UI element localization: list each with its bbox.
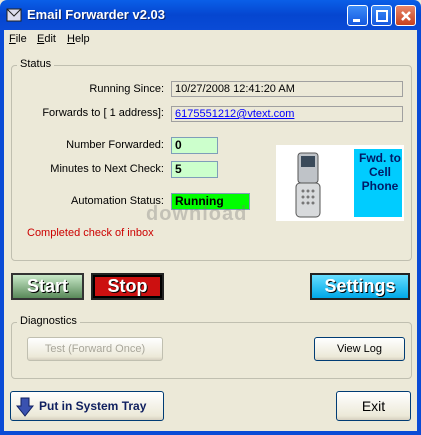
maximize-icon [376, 10, 388, 22]
watermark-text: download [146, 203, 248, 225]
test-forward-button[interactable]: Test (Forward Once) [27, 337, 163, 361]
window-frame-right [417, 30, 421, 435]
start-button[interactable]: Start [11, 273, 84, 300]
window-frame-left [0, 30, 4, 435]
menu-edit-label: dit [44, 33, 56, 45]
status-message: Completed check of inbox [27, 227, 154, 239]
window-title: Email Forwarder v2.03 [27, 7, 166, 22]
menu-edit[interactable]: Edit [37, 33, 56, 45]
menu-help[interactable]: Help [67, 33, 90, 45]
system-tray-label: Put in System Tray [39, 399, 147, 413]
system-tray-button[interactable]: Put in System Tray [10, 391, 164, 421]
number-forwarded-label: Number Forwarded: [66, 139, 164, 151]
running-since-label: Running Since: [89, 83, 164, 95]
menu-file[interactable]: File [9, 33, 27, 45]
maximize-button[interactable] [371, 5, 392, 26]
promo-image-text: Fwd. to Cell Phone [359, 151, 401, 193]
forwards-to-link[interactable]: 6175551212@vtext.com [171, 106, 403, 122]
running-since-field: 10/27/2008 12:41:20 AM [171, 81, 403, 97]
window-frame-bottom [0, 431, 421, 435]
close-icon [401, 11, 411, 21]
view-log-button[interactable]: View Log [314, 337, 405, 361]
stop-button[interactable]: Stop [91, 273, 164, 300]
minutes-next-check-label: Minutes to Next Check: [50, 163, 164, 175]
menu-help-accel: H [67, 33, 75, 45]
menu-help-label: elp [74, 33, 90, 45]
minutes-next-check-field: 5 [171, 161, 218, 178]
settings-button[interactable]: Settings [310, 273, 410, 300]
minimize-button[interactable] [347, 5, 368, 26]
app-icon [6, 7, 22, 23]
down-arrow-icon [16, 397, 34, 417]
menu-file-label: ile [15, 33, 27, 45]
forwards-to-label: Forwards to [ 1 address]: [42, 107, 164, 119]
diagnostics-group-label: Diagnostics [17, 315, 80, 327]
menu-file-accel: F [9, 33, 16, 45]
number-forwarded-field: 0 [171, 137, 218, 154]
close-button[interactable] [395, 5, 416, 26]
minimize-icon [353, 19, 360, 22]
exit-button[interactable]: Exit [336, 391, 411, 421]
status-group-label: Status [17, 58, 55, 70]
